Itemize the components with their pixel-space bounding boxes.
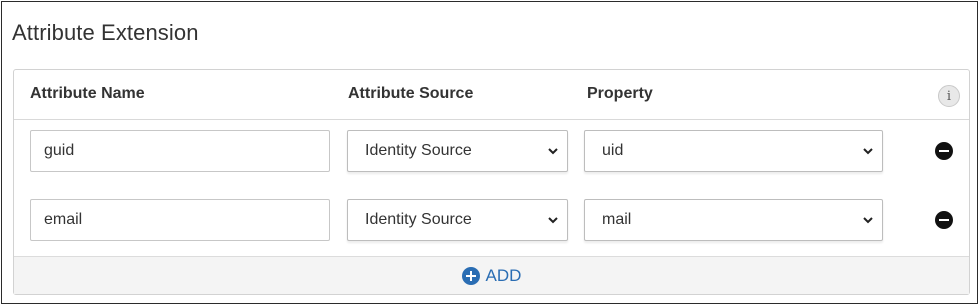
- header-attribute-source: Attribute Source: [348, 85, 474, 102]
- attribute-source-select[interactable]: Identity Source: [347, 199, 568, 241]
- property-value: uid: [602, 142, 624, 159]
- chevron-down-icon: [548, 217, 558, 224]
- remove-row-button[interactable]: [935, 211, 953, 229]
- attribute-table: Attribute Name Attribute Source Property…: [13, 69, 970, 295]
- info-icon[interactable]: i: [938, 85, 960, 107]
- chevron-down-icon: [548, 148, 558, 155]
- table-footer: ADD: [14, 256, 969, 294]
- property-select[interactable]: mail: [584, 199, 883, 241]
- section-title: Attribute Extension: [12, 20, 199, 45]
- attribute-source-value: Identity Source: [365, 211, 472, 228]
- attribute-extension-frame: Attribute Extension Attribute Name Attri…: [1, 1, 978, 304]
- property-select[interactable]: uid: [584, 130, 883, 172]
- remove-row-button[interactable]: [935, 142, 953, 160]
- add-label: ADD: [485, 265, 522, 285]
- property-value: mail: [602, 211, 632, 228]
- table-header: Attribute Name Attribute Source Property…: [14, 70, 969, 120]
- attribute-name-input[interactable]: [30, 199, 330, 241]
- attribute-source-value: Identity Source: [365, 142, 472, 159]
- chevron-down-icon: [863, 148, 873, 155]
- add-button[interactable]: ADD: [461, 265, 522, 286]
- attribute-source-select[interactable]: Identity Source: [347, 130, 568, 172]
- chevron-down-icon: [863, 217, 873, 224]
- header-property: Property: [587, 85, 653, 102]
- header-attribute-name: Attribute Name: [30, 85, 145, 102]
- table-row: Identity Source mail: [14, 189, 969, 241]
- attribute-name-input[interactable]: [30, 130, 330, 172]
- plus-circle-icon: [461, 266, 480, 285]
- table-row: Identity Source uid: [14, 120, 969, 172]
